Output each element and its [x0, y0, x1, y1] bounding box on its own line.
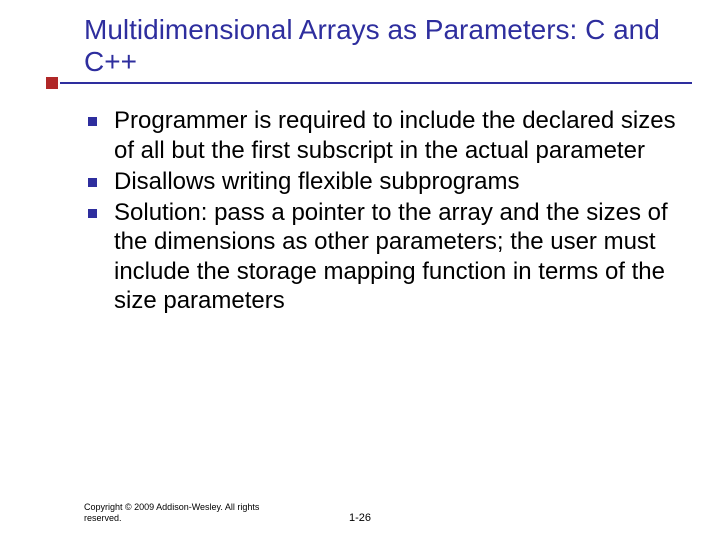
list-item: Disallows writing flexible subprograms — [84, 167, 684, 196]
list-item: Solution: pass a pointer to the array an… — [84, 198, 684, 315]
footer-page-number: 1-26 — [0, 512, 720, 524]
title-band: Multidimensional Arrays as Parameters: C… — [84, 14, 684, 78]
title-square-icon — [46, 77, 58, 89]
list-item: Programmer is required to include the de… — [84, 106, 684, 165]
slide-title: Multidimensional Arrays as Parameters: C… — [84, 14, 684, 78]
bullet-list: Programmer is required to include the de… — [84, 106, 684, 315]
title-underline — [60, 82, 692, 84]
slide: Multidimensional Arrays as Parameters: C… — [0, 0, 720, 540]
